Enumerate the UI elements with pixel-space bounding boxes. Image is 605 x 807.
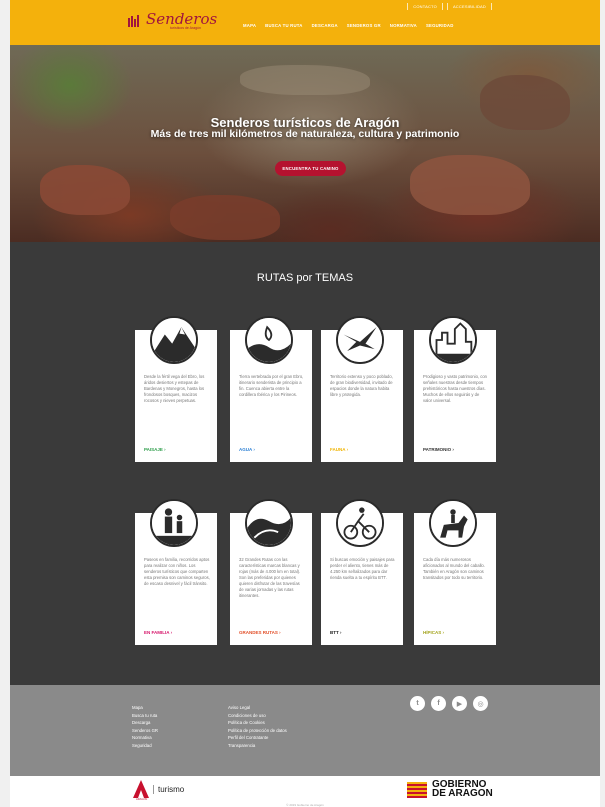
route-card-en-familia[interactable]: Paseos en familia, recorridos aptos para… [135,499,217,645]
card-description: Desde la fértil vega del Ebro, los árido… [144,374,205,403]
utility-bar: CONTACTO ACCESIBILIDAD [407,3,492,10]
nav-item-busca-tu-ruta[interactable]: BUSCA TU RUTA [265,23,302,28]
site-header: CONTACTO ACCESIBILIDAD Senderos turístic… [10,0,600,45]
card-description: Territorio extenso y poco poblado, de gr… [330,374,393,397]
card-description: 32 Grandes Rutas con las características… [239,557,301,598]
hero-banner: Senderos turísticos de Aragón Más de tre… [10,45,600,242]
turismo-aragon-logo[interactable]: turismo [133,780,184,798]
mountain-bike-icon [336,499,384,547]
footer-link-seguridad[interactable]: Seguridad [132,743,158,748]
route-card-fauna[interactable]: Territorio extenso y poco poblado, de gr… [321,316,403,462]
route-card-patrimonio[interactable]: Prodigioso y vasto patrimonio, con señal… [414,316,496,462]
card-description: Si buscas emoción y paisajes para perder… [330,557,395,580]
nav-item-senderos-gr[interactable]: SENDEROS GR [347,23,381,28]
footer-link-proteccion-datos[interactable]: Política de protección de datos [228,728,287,733]
facebook-icon[interactable]: f [431,696,446,711]
water-drop-icon [245,316,293,364]
footer-link-busca-tu-ruta[interactable]: Busca tu ruta [132,713,158,718]
partner-logos-band: turismo ARAGÓN GOBIERNO DE ARAGON © 2019… [10,776,600,807]
aragon-a-icon [133,780,149,798]
hero-rock [410,155,530,215]
hero-rock [40,165,130,215]
card-description: Cada día más numerosos aficionados al mu… [423,557,485,580]
route-card-agua[interactable]: Tierra vertebrada por el gran Ebro, itin… [230,316,312,462]
route-card-paisaje[interactable]: Desde la fértil vega del Ebro, los árido… [135,316,217,462]
instagram-icon[interactable]: ◎ [473,696,488,711]
long-trail-icon [245,499,293,547]
footer-link-mapa[interactable]: Mapa [132,705,158,710]
footer-link-cookies[interactable]: Política de Cookies [228,720,287,725]
youtube-icon[interactable]: ▶ [452,696,467,711]
section-title: RUTAS por TEMAS [256,272,354,284]
footer-link-senderos-gr[interactable]: Senderos GR [132,728,158,733]
site-footer: Mapa Busca tu ruta Descarga Senderos GR … [10,685,600,776]
card-link-agua[interactable]: AGUA › [239,447,255,452]
card-link-fauna[interactable]: FAUNA › [330,447,348,452]
card-link-btt[interactable]: BTT › [330,630,342,635]
hero-path [240,65,370,95]
gobierno-aragon-logo[interactable]: GOBIERNO DE ARAGON [407,780,493,799]
copyright-text: © 2019 Gobierno de Aragón [286,803,324,807]
card-description: Tierra vertebrada por el gran Ebro, itin… [239,374,304,397]
site-logo[interactable]: Senderos turísticos de Aragón [128,12,217,30]
mountain-landscape-icon [150,316,198,364]
logo-text: Senderos [146,10,218,28]
find-your-path-button[interactable]: ENCUENTRA TU CAMINO [275,161,346,176]
horse-rider-icon [429,499,477,547]
turismo-label: turismo [153,784,184,794]
card-description: Paseos en familia, recorridos aptos para… [144,557,210,586]
logo-bars-icon [128,15,139,27]
footer-link-aviso-legal[interactable]: Aviso Legal [228,705,287,710]
nav-item-descarga[interactable]: DESCARGA [312,23,338,28]
contact-link[interactable]: CONTACTO [407,3,443,10]
card-link-patrimonio[interactable]: PATRIMONIO › [423,447,454,452]
twitter-icon[interactable]: t [410,696,425,711]
card-link-grandes-rutas[interactable]: GRANDES RUTAS › [239,630,281,635]
footer-link-normativa[interactable]: Normativa [132,735,158,740]
card-link-en-familia[interactable]: EN FAMILIA › [144,630,172,635]
footer-link-transparencia[interactable]: Transparencia [228,743,287,748]
social-links: t f ▶ ◎ [410,696,488,711]
footer-link-condiciones[interactable]: Condiciones de uso [228,713,287,718]
card-link-hipicas[interactable]: HÍPICAS › [423,630,444,635]
route-card-grandes-rutas[interactable]: 32 Grandes Rutas con las características… [230,499,312,645]
footer-legal-column: Aviso Legal Condiciones de uso Política … [228,705,287,748]
card-description: Prodigioso y vasto patrimonio, con señal… [423,374,488,403]
footer-link-descarga[interactable]: Descarga [132,720,158,725]
accessibility-link[interactable]: ACCESIBILIDAD [446,3,492,10]
aragon-flag-icon [407,781,427,798]
family-hikers-icon [150,499,198,547]
hero-rock [170,195,280,240]
nav-item-seguridad[interactable]: SEGURIDAD [426,23,454,28]
gobierno-line-2: DE ARAGON [432,787,493,799]
nav-item-normativa[interactable]: NORMATIVA [390,23,417,28]
nav-item-mapa[interactable]: MAPA [243,23,256,28]
routes-by-theme-section: RUTAS por TEMAS Desde la fértil vega del… [10,242,600,685]
footer-nav-column: Mapa Busca tu ruta Descarga Senderos GR … [132,705,158,748]
aragon-small-label: ARAGÓN [136,798,148,801]
main-nav: MAPA BUSCA TU RUTA DESCARGA SENDEROS GR … [243,23,454,28]
card-link-paisaje[interactable]: PAISAJE › [144,447,166,452]
castle-heritage-icon [429,316,477,364]
route-card-btt[interactable]: Si buscas emoción y paisajes para perder… [321,499,403,645]
route-card-hipicas[interactable]: Cada día más numerosos aficionados al mu… [414,499,496,645]
hero-subtitle: Más de tres mil kilómetros de naturaleza… [150,128,460,140]
footer-link-perfil-contratante[interactable]: Perfil del Contratante [228,735,287,740]
bird-icon [336,316,384,364]
